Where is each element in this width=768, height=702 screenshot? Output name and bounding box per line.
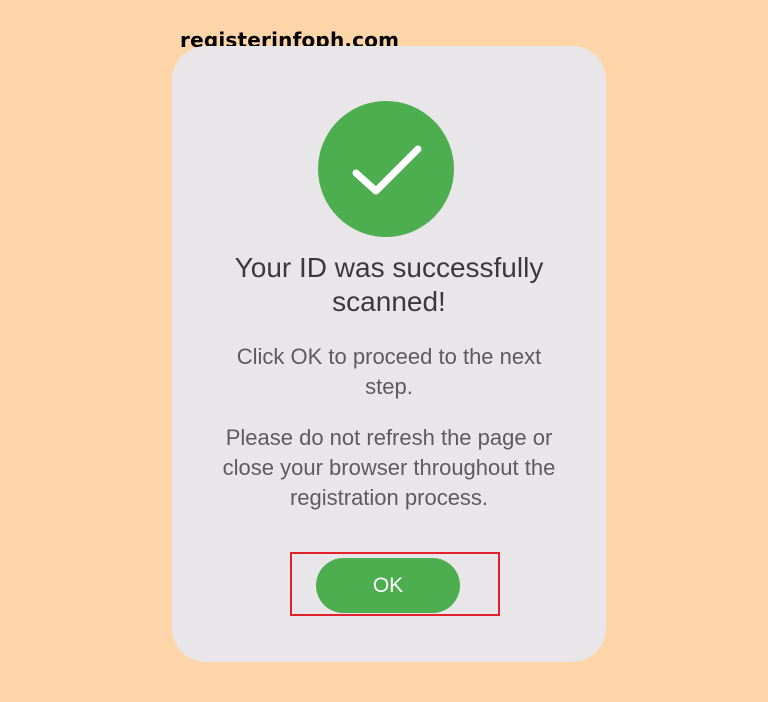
checkmark-icon (352, 145, 422, 195)
ok-button[interactable]: OK (316, 558, 460, 613)
refresh-warning-message: Please do not refresh the page or close … (222, 425, 556, 510)
proceed-message: Click OK to proceed to the next step. (236, 344, 542, 399)
dialog-title: Your ID was successfully scanned! (234, 252, 544, 317)
success-dialog: Your ID was successfully scanned! Click … (172, 46, 606, 662)
success-check-icon (318, 101, 454, 237)
